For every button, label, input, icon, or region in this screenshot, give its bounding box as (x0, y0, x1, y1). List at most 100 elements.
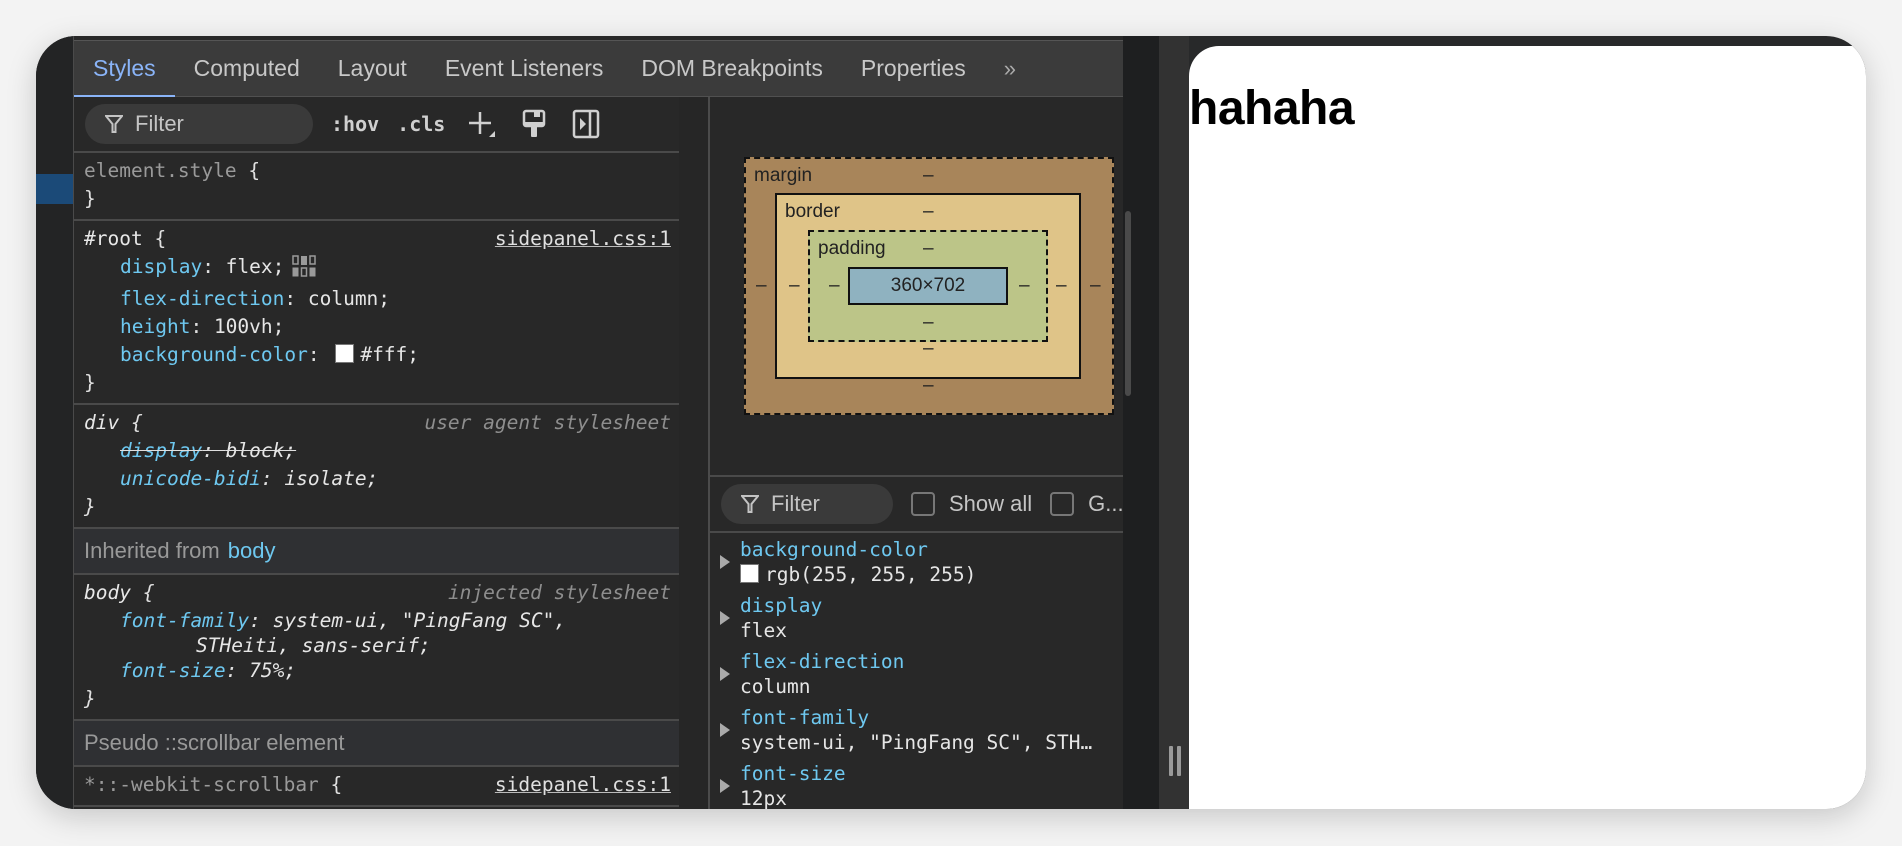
padding-left-value[interactable]: – (829, 275, 840, 297)
margin-top-value[interactable]: – (923, 165, 934, 187)
computed-property[interactable]: display flex (710, 589, 1128, 645)
computed-property-name: display (740, 594, 823, 617)
padding-label: padding (818, 238, 886, 259)
border-left-value[interactable]: – (789, 275, 800, 297)
selected-node-highlight (36, 174, 73, 204)
computed-property-value: 12px (740, 787, 787, 809)
declaration[interactable]: background-color: #fff; (84, 341, 671, 369)
border-bottom-value[interactable]: – (923, 338, 934, 360)
toggle-sidebar-icon[interactable] (571, 109, 601, 139)
devtools-tabbar: Styles Computed Layout Event Listeners D… (74, 40, 1124, 98)
scrollbar-thumb[interactable] (1125, 211, 1131, 396)
computed-property-value: rgb(255, 255, 255) (765, 563, 977, 586)
rule-selector: element.style (84, 159, 237, 182)
property-name: background-color (120, 343, 308, 366)
margin-label: margin (754, 165, 813, 186)
devtools-sidebar: Styles Computed Layout Event Listeners D… (73, 36, 1128, 809)
declaration[interactable]: display: flex; (84, 253, 671, 285)
element-style-rule[interactable]: element.style { } (74, 153, 679, 221)
styles-filter-placeholder: Filter (135, 111, 184, 136)
tab-event-listeners[interactable]: Event Listeners (426, 41, 623, 96)
source-link[interactable]: sidepanel.css:1 (495, 771, 671, 799)
group-checkbox[interactable]: G... (1050, 491, 1124, 517)
computed-property[interactable]: font-family system-ui, "PingFang SC", ST… (710, 701, 1128, 757)
declaration[interactable]: font-family: system-ui, "PingFang SC", (84, 607, 671, 635)
styles-filter-input[interactable]: Filter (85, 104, 313, 144)
flexbox-editor-icon[interactable] (292, 255, 317, 285)
margin-right-value[interactable]: – (1090, 275, 1101, 297)
rule-selector: *::-webkit-scrollbar (84, 773, 319, 796)
computed-property[interactable]: flex-direction column (710, 645, 1128, 701)
padding-top-value[interactable]: – (923, 238, 934, 260)
property-value: 100vh; (213, 315, 285, 338)
inherited-from-link[interactable]: body (228, 538, 276, 563)
expand-triangle-icon[interactable] (720, 667, 730, 681)
tab-styles[interactable]: Styles (74, 41, 175, 98)
rule-open-brace: { (248, 159, 261, 182)
computed-property-name: flex-direction (740, 650, 905, 673)
property-name: display (120, 439, 203, 462)
padding-bottom-value[interactable]: – (923, 312, 934, 334)
pane-splitter[interactable] (679, 97, 710, 809)
show-all-checkbox[interactable]: Show all (911, 491, 1032, 517)
property-value: 75%; (249, 659, 297, 682)
box-model: 360×702 margin border padding – – – – – … (710, 97, 1128, 477)
expand-triangle-icon[interactable] (720, 723, 730, 737)
declaration-overridden[interactable]: display: block; (84, 437, 671, 465)
body-rule[interactable]: body { injected stylesheet font-family: … (74, 575, 679, 721)
property-value: system-ui, "PingFang SC", (272, 609, 567, 632)
scrollbar-rule[interactable]: *::-webkit-scrollbar { sidepanel.css:1 (74, 767, 679, 807)
add-rule-icon[interactable] (467, 109, 497, 139)
group-label: G... (1088, 491, 1124, 516)
checkbox-box[interactable] (1050, 492, 1075, 516)
resize-grip-icon[interactable] (1169, 746, 1183, 776)
property-name: flex-direction (120, 287, 285, 310)
expand-triangle-icon[interactable] (720, 611, 730, 625)
declaration[interactable]: unicode-bidi: isolate; (84, 465, 671, 493)
tab-computed[interactable]: Computed (175, 41, 319, 96)
more-tabs-icon[interactable]: » (985, 41, 1032, 96)
rule-close-brace: } (84, 687, 96, 710)
border-right-value[interactable]: – (1056, 275, 1067, 297)
margin-bottom-value[interactable]: – (923, 375, 934, 397)
tab-layout[interactable]: Layout (319, 41, 426, 96)
property-name: unicode-bidi (120, 467, 261, 490)
computed-toolbar: Filter Show all G... (710, 477, 1128, 533)
property-name: display (120, 255, 203, 278)
checkbox-box[interactable] (911, 492, 935, 516)
color-swatch[interactable] (335, 344, 355, 363)
paint-brush-icon[interactable] (519, 109, 549, 139)
box-model-content[interactable]: 360×702 (848, 267, 1008, 305)
computed-property[interactable]: background-color rgb(255, 255, 255) (710, 533, 1128, 589)
padding-right-value[interactable]: – (1019, 275, 1030, 297)
resize-gutter[interactable] (1159, 36, 1189, 809)
property-value: isolate; (284, 467, 379, 490)
margin-left-value[interactable]: – (756, 275, 767, 297)
div-rule[interactable]: div { user agent stylesheet display: blo… (74, 405, 679, 529)
tab-dom-breakpoints[interactable]: DOM Breakpoints (622, 41, 842, 96)
preview-heading: hahaha (1189, 82, 1355, 135)
page-preview: hahaha (1189, 46, 1866, 809)
property-value: column; (307, 287, 391, 310)
expand-triangle-icon[interactable] (720, 779, 730, 793)
property-value: flex; (225, 255, 285, 278)
rule-origin: user agent stylesheet (424, 411, 671, 434)
devtools-scrollbar[interactable] (1123, 36, 1159, 809)
computed-property[interactable]: font-size 12px (710, 757, 1128, 809)
declaration[interactable]: font-size: 75%; (84, 657, 671, 685)
root-rule[interactable]: #root { sidepanel.css:1 display: flex; f… (74, 221, 679, 405)
source-link[interactable]: sidepanel.css:1 (495, 225, 671, 253)
rule-close-brace: } (84, 371, 96, 394)
expand-triangle-icon[interactable] (720, 555, 730, 569)
styles-toolbar: Filter :hov .cls (74, 97, 679, 153)
cls-button[interactable]: .cls (397, 112, 445, 136)
hov-button[interactable]: :hov (331, 112, 379, 136)
declaration[interactable]: height: 100vh; (84, 313, 671, 341)
computed-property-value: column (740, 675, 811, 698)
computed-filter-input[interactable]: Filter (721, 484, 893, 524)
color-swatch[interactable] (740, 564, 759, 583)
declaration[interactable]: flex-direction: column; (84, 285, 671, 313)
tab-properties[interactable]: Properties (842, 41, 985, 96)
border-top-value[interactable]: – (923, 201, 934, 223)
inherited-header: Inherited from body (74, 529, 679, 575)
